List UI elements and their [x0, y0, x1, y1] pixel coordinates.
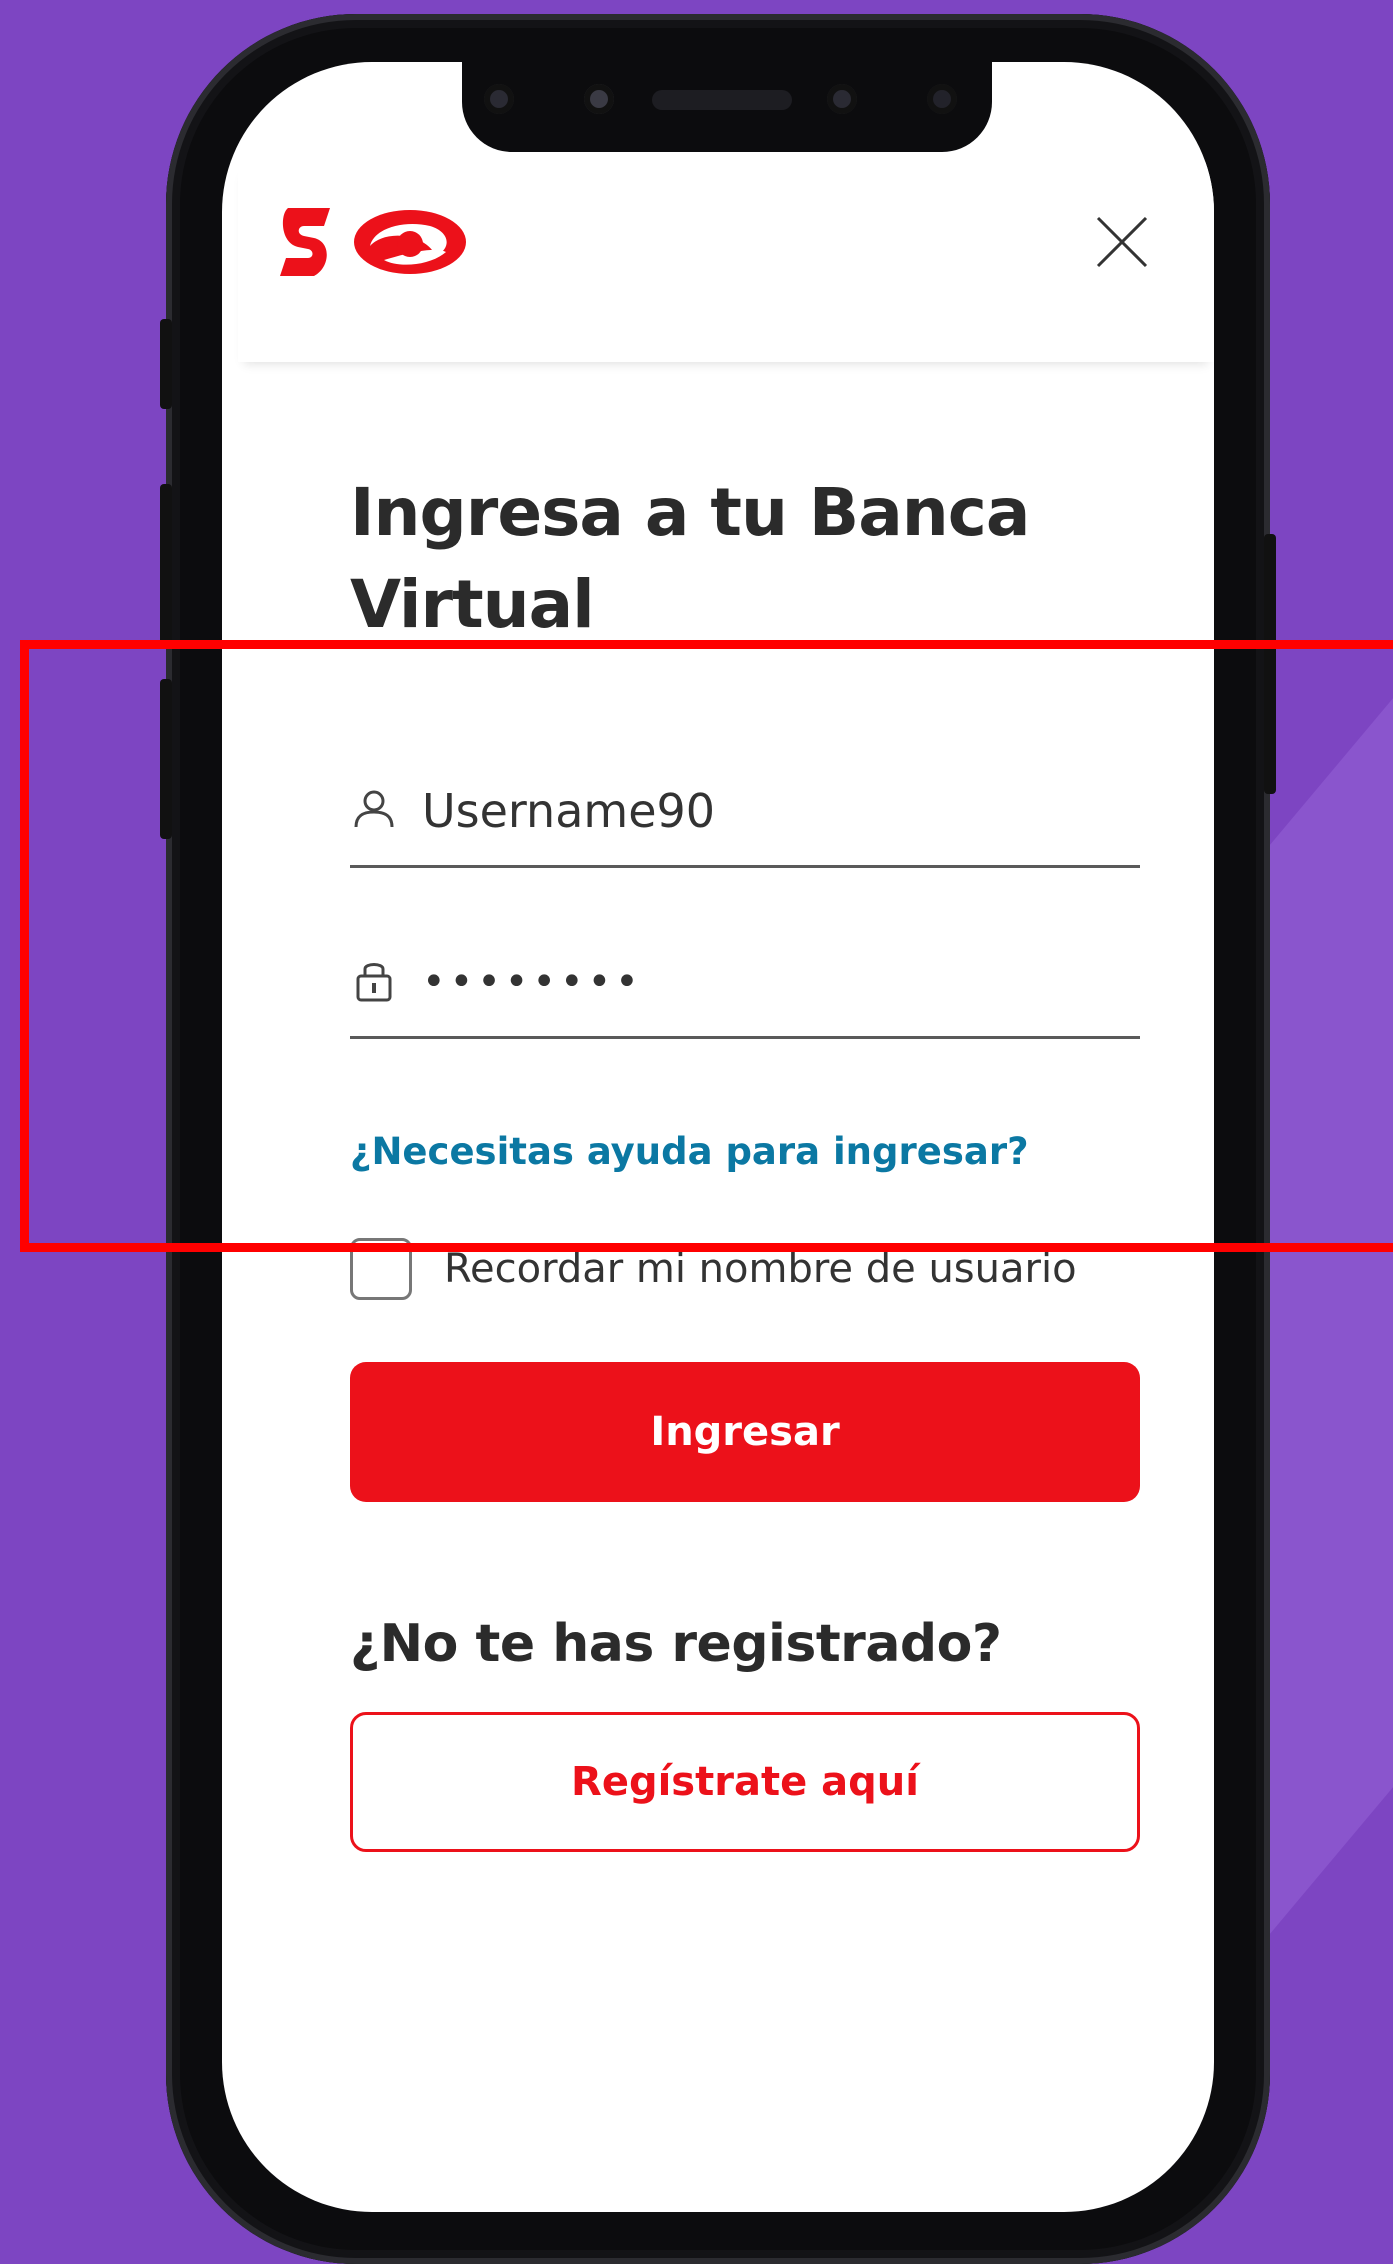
password-input[interactable] [420, 936, 1124, 1028]
login-button[interactable]: Ingresar [350, 1362, 1140, 1502]
camera-dot [484, 84, 514, 114]
close-icon[interactable] [1092, 212, 1152, 272]
phone-frame: Ingresa a tu Banca Virtual ¿Necesitas ay… [160, 14, 1276, 2264]
username-input[interactable] [420, 765, 1124, 857]
help-link[interactable]: ¿Necesitas ayuda para ingresar? [350, 1130, 1029, 1173]
phone-side-button [160, 484, 172, 644]
remember-username-label: Recordar mi nombre de usuario [444, 1246, 1077, 1292]
speaker-grille [652, 90, 792, 110]
scotiabank-logo-icon [280, 208, 466, 276]
username-field[interactable] [350, 755, 1140, 868]
remember-username-checkbox[interactable]: Recordar mi nombre de usuario [350, 1234, 1150, 1304]
checkbox-box[interactable] [350, 1238, 412, 1300]
phone-side-button [160, 679, 172, 839]
password-field[interactable] [350, 926, 1140, 1039]
camera-dot [927, 84, 957, 114]
phone-side-button [1264, 534, 1276, 794]
page-title: Ingresa a tu Banca Virtual [350, 474, 1030, 643]
register-button[interactable]: Regístrate aquí [350, 1712, 1140, 1852]
register-prompt: ¿No te has registrado? [350, 1614, 1002, 1674]
lock-icon [356, 963, 392, 1002]
user-icon [354, 790, 394, 828]
phone-notch [462, 62, 992, 152]
app-screen: Ingresa a tu Banca Virtual ¿Necesitas ay… [222, 62, 1214, 2212]
phone-side-button [160, 319, 172, 409]
camera-dot [584, 84, 614, 114]
camera-dot [827, 84, 857, 114]
